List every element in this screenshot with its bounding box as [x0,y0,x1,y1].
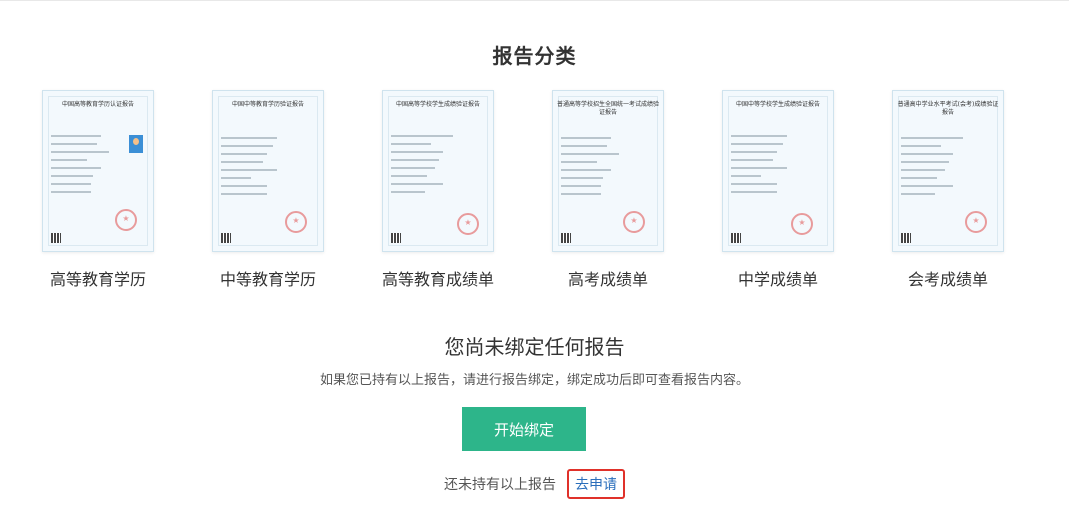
category-card-secondary-edu-degree[interactable]: 中国中等教育学历验证报告 中等教育学历 [183,90,353,290]
category-label: 高等教育成绩单 [381,270,494,289]
report-thumbnail-title: 中国中等学校学生成绩验证报告 [735,101,820,108]
qr-code-icon [561,233,571,243]
report-text-line [731,191,777,193]
category-card-huikao-transcript[interactable]: 普通高中学业水平考试(会考)成绩验证报告 会考成绩单 [863,90,1033,290]
report-category-list: 中国高等教育学历认证报告 高等教育学历 中国中等教育学历验证报告 中等教育学历 … [0,90,1069,290]
report-text-line [391,167,435,169]
seal-icon [457,213,479,235]
report-text-line [561,137,611,139]
report-text-line [901,193,935,195]
report-text-line [221,153,267,155]
report-text-line [731,159,773,161]
report-text-line [561,145,607,147]
report-text-line [221,145,273,147]
report-thumbnail-title: 中国中等教育学历验证报告 [231,101,304,108]
report-text-line [731,167,787,169]
no-report-text: 还未持有以上报告 [443,477,556,493]
section-title: 报告分类 [492,44,577,68]
category-card-middle-school-transcript[interactable]: 中国中等学校学生成绩验证报告 中学成绩单 [693,90,863,290]
report-text-line [901,161,949,163]
qr-code-icon [391,233,401,243]
report-text-line [221,177,251,179]
report-text-line [391,151,443,153]
apply-footer: 还未持有以上报告 去申请 [0,469,1069,499]
category-card-higher-edu-degree[interactable]: 中国高等教育学历认证报告 高等教育学历 [13,90,183,290]
photo-icon [129,135,143,153]
seal-icon [965,211,987,233]
report-text-line [221,169,277,171]
report-text-line [51,183,91,185]
seal-icon [115,209,137,231]
report-text-line [391,183,443,185]
report-text-line [901,137,963,139]
report-text-line [51,167,101,169]
report-text-line [51,191,91,193]
report-text-line [731,151,777,153]
report-thumbnail-title: 中国高等教育学历认证报告 [61,101,134,108]
report-text-line [731,135,787,137]
category-card-higher-edu-transcript[interactable]: 中国高等学校学生成绩验证报告 高等教育成绩单 [353,90,523,290]
seal-icon [791,213,813,235]
report-text-line [221,185,267,187]
report-text-line [901,145,941,147]
report-text-line [51,151,109,153]
report-text-line [221,193,267,195]
report-text-line [731,183,777,185]
report-text-line [391,159,439,161]
report-text-line [731,175,761,177]
report-thumbnail-border [728,96,828,246]
report-text-line [51,159,87,161]
category-label: 中等教育学历 [219,270,316,289]
report-text-line [561,161,597,163]
report-text-line [391,175,427,177]
report-text-line [391,191,425,193]
report-text-line [901,177,937,179]
seal-icon [285,211,307,233]
report-thumbnail-title: 普通高等学校招生全国统一考试成绩验证报告 [557,101,660,116]
report-thumbnail-title: 普通高中学业水平考试(会考)成绩验证报告 [897,101,999,116]
report-thumbnail: 普通高中学业水平考试(会考)成绩验证报告 [892,90,1004,252]
category-label: 高考成绩单 [567,270,648,289]
report-thumbnail-title: 中国高等学校学生成绩验证报告 [395,101,480,108]
report-text-line [901,185,953,187]
report-text-line [561,177,603,179]
report-thumbnail: 中国中等学校学生成绩验证报告 [722,90,834,252]
report-text-line [391,135,453,137]
report-text-line [221,161,263,163]
report-thumbnail: 普通高等学校招生全国统一考试成绩验证报告 [552,90,664,252]
report-text-line [561,193,601,195]
category-card-gaokao-transcript[interactable]: 普通高等学校招生全国统一考试成绩验证报告 高考成绩单 [523,90,693,290]
apply-link[interactable]: 去申请 [567,469,626,499]
report-text-line [391,143,431,145]
report-text-line [51,135,101,137]
report-thumbnail: 中国高等学校学生成绩验证报告 [382,90,494,252]
report-thumbnail: 中国高等教育学历认证报告 [42,90,154,252]
report-text-line [51,143,97,145]
report-text-line [901,153,953,155]
report-text-line [901,169,945,171]
report-text-line [731,143,783,145]
category-label: 高等教育学历 [49,270,146,289]
report-text-line [561,169,611,171]
report-text-line [51,175,93,177]
seal-icon [623,211,645,233]
report-thumbnail: 中国中等教育学历验证报告 [212,90,324,252]
empty-state-description: 如果您已持有以上报告，请进行报告绑定，绑定成功后即可查看报告内容。 [319,373,749,388]
report-text-line [561,153,619,155]
top-divider [0,0,1069,1]
empty-state-title: 您尚未绑定任何报告 [444,335,625,359]
category-label: 中学成绩单 [737,270,818,289]
qr-code-icon [221,233,231,243]
report-text-line [561,185,601,187]
qr-code-icon [901,233,911,243]
report-text-line [221,137,277,139]
qr-code-icon [731,233,741,243]
category-label: 会考成绩单 [907,270,988,289]
qr-code-icon [51,233,61,243]
start-binding-button[interactable]: 开始绑定 [462,407,586,451]
